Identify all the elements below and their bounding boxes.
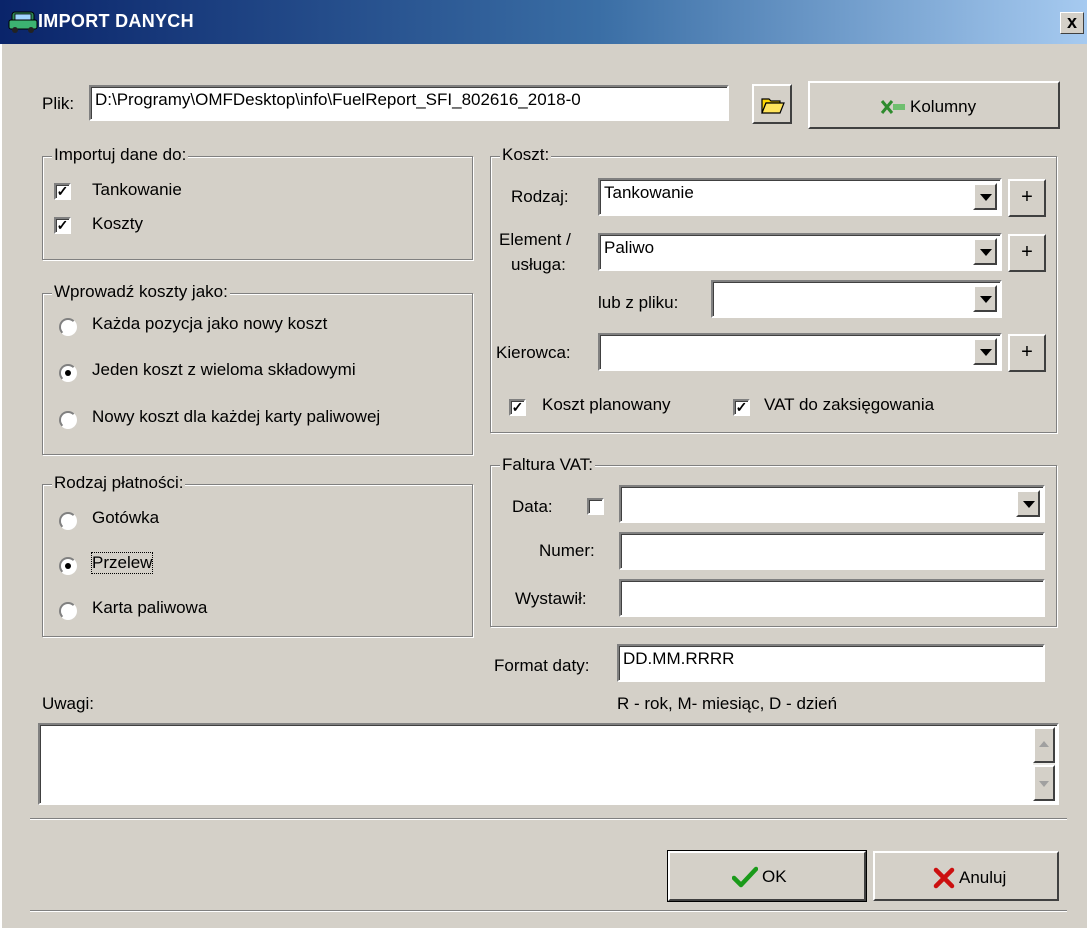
import-koszty-checkbox[interactable]: ✓ xyxy=(54,217,71,234)
element-label-line2: usługa: xyxy=(511,255,566,274)
vat-to-book-checkbox[interactable]: ✓ xyxy=(733,399,750,416)
scroll-up-button[interactable] xyxy=(1033,727,1055,763)
title-bar: IMPORT DANYCH x xyxy=(0,0,1087,44)
notes-textarea[interactable] xyxy=(38,723,1059,805)
cost-each-item-label: Każda pozycja jako nowy koszt xyxy=(92,314,328,333)
invoice-date-checkbox[interactable] xyxy=(587,498,604,515)
payment-cash-radio[interactable] xyxy=(59,512,77,530)
cost-each-item-radio[interactable] xyxy=(59,318,77,336)
element-select[interactable]: Paliwo xyxy=(598,233,1002,271)
cost-type-dropdown-button[interactable] xyxy=(973,183,997,210)
browse-file-button[interactable] xyxy=(752,84,792,124)
payment-cash-label: Gotówka xyxy=(92,508,160,527)
cancel-x-icon xyxy=(933,867,955,889)
car-icon xyxy=(8,11,38,33)
cost-type-add-button[interactable]: + xyxy=(1008,179,1046,217)
arrow-up-icon xyxy=(1039,741,1049,747)
excel-icon xyxy=(880,100,905,114)
columns-button[interactable]: Kolumny xyxy=(808,81,1060,129)
scroll-down-button[interactable] xyxy=(1033,765,1055,801)
driver-select[interactable] xyxy=(598,333,1002,371)
import-to-group xyxy=(42,156,473,260)
checkmark-icon xyxy=(732,866,758,888)
element-dropdown-button[interactable] xyxy=(973,238,997,265)
footer-bottom-edge xyxy=(30,910,1067,912)
import-koszty-label: Koszty xyxy=(92,214,144,233)
invoice-issuer-input[interactable] xyxy=(619,579,1045,617)
cost-per-card-label: Nowy koszt dla każdej karty paliwowej xyxy=(92,407,381,426)
invoice-date-picker[interactable] xyxy=(619,485,1045,523)
cancel-button-label: Anuluj xyxy=(959,868,1007,887)
invoice-number-label: Numer: xyxy=(539,541,595,560)
payment-legend: Rodzaj płatności: xyxy=(52,473,186,493)
cancel-button[interactable]: Anuluj xyxy=(873,851,1059,901)
cost-per-card-radio[interactable] xyxy=(59,411,77,429)
element-add-button[interactable]: + xyxy=(1008,234,1046,272)
cost-single-multi-radio[interactable] xyxy=(59,364,77,382)
invoice-issuer-label: Wystawił: xyxy=(515,589,587,608)
cost-type-select[interactable]: Tankowanie xyxy=(598,178,1002,216)
from-file-dropdown-button[interactable] xyxy=(973,285,997,312)
element-label-line1: Element / xyxy=(499,230,571,249)
close-button[interactable]: x xyxy=(1060,12,1084,34)
import-tankowanie-checkbox[interactable]: ✓ xyxy=(54,183,71,200)
file-label: Plik: xyxy=(42,94,75,113)
invoice-date-label: Data: xyxy=(512,497,553,516)
vat-to-book-label: VAT do zaksięgowania xyxy=(764,395,935,414)
columns-button-label: Kolumny xyxy=(910,97,977,116)
payment-transfer-label: Przelew xyxy=(90,552,154,574)
planned-cost-checkbox[interactable]: ✓ xyxy=(509,399,526,416)
open-folder-icon xyxy=(761,98,785,114)
driver-label: Kierowca: xyxy=(496,343,571,362)
cost-legend: Koszt: xyxy=(500,145,552,165)
driver-add-button[interactable]: + xyxy=(1008,334,1046,372)
planned-cost-label: Koszt planowany xyxy=(542,395,671,414)
ok-button[interactable]: OK xyxy=(667,850,867,902)
from-file-select[interactable] xyxy=(711,280,1002,318)
file-path-input[interactable]: D:\Programy\OMFDesktop\info\FuelReport_S… xyxy=(89,85,729,121)
from-file-label: lub z pliku: xyxy=(598,293,679,312)
enter-costs-legend: Wprowadź koszty jako: xyxy=(52,282,230,302)
payment-transfer-radio[interactable] xyxy=(59,557,77,575)
invoice-number-input[interactable] xyxy=(619,532,1045,570)
date-format-label: Format daty: xyxy=(494,656,590,675)
payment-card-label: Karta paliwowa xyxy=(92,598,208,617)
invoice-legend: Faltura VAT: xyxy=(500,455,596,475)
payment-card-radio[interactable] xyxy=(59,602,77,620)
invoice-date-dropdown-button[interactable] xyxy=(1016,490,1040,517)
import-to-legend: Importuj dane do: xyxy=(52,145,189,165)
import-tankowanie-label: Tankowanie xyxy=(92,180,182,199)
arrow-down-icon xyxy=(1039,781,1049,787)
date-format-input[interactable]: DD.MM.RRRR xyxy=(617,644,1045,682)
footer-separator xyxy=(30,818,1067,820)
ok-button-label: OK xyxy=(762,867,787,886)
driver-dropdown-button[interactable] xyxy=(973,338,997,365)
cost-single-multi-label: Jeden koszt z wieloma składowymi xyxy=(92,360,356,379)
date-format-hint: R - rok, M- miesiąc, D - dzień xyxy=(617,694,838,713)
window-title: IMPORT DANYCH xyxy=(38,11,194,31)
cost-type-label: Rodzaj: xyxy=(511,187,569,206)
notes-label: Uwagi: xyxy=(42,694,94,713)
notes-text xyxy=(42,727,50,733)
